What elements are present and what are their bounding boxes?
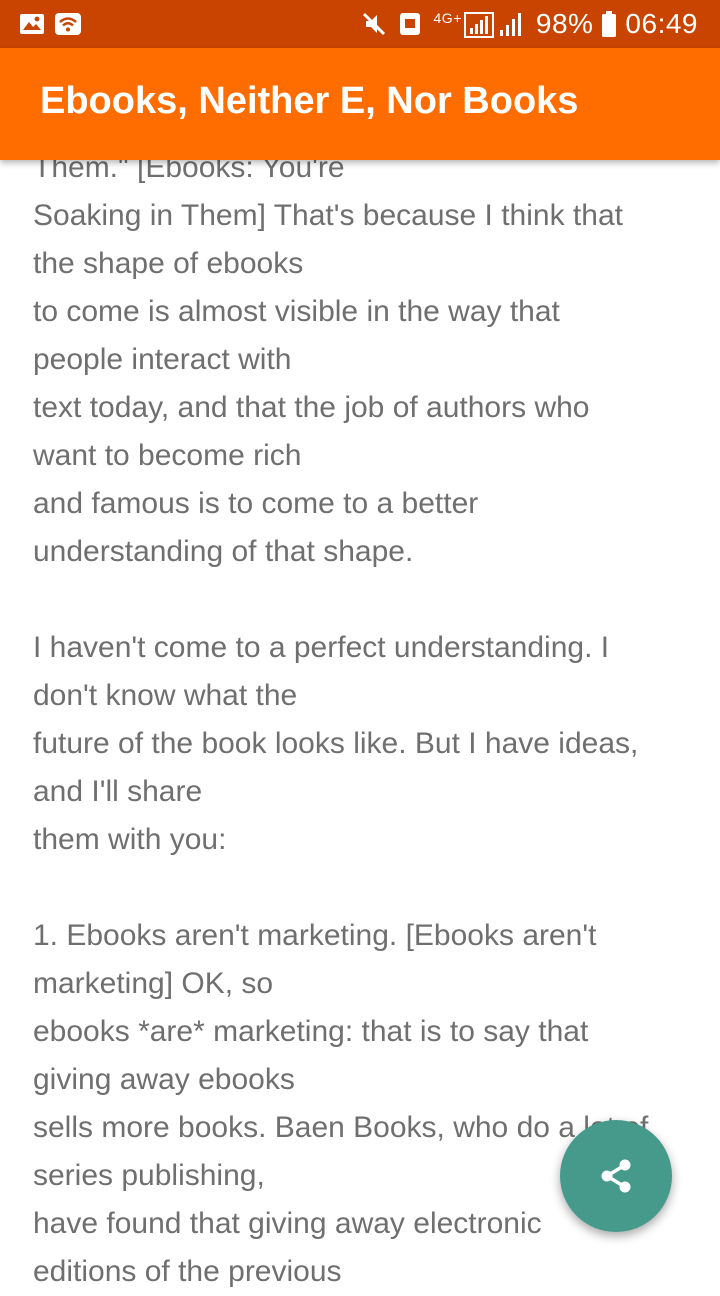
text-line: ebooks *are* marketing: that is to say t… (33, 1015, 589, 1048)
page-title: Ebooks, Neither E, Nor Books (40, 80, 579, 122)
text-line: and I'll share (33, 775, 203, 808)
image-icon (20, 14, 44, 34)
text-line: them with you: (33, 823, 227, 856)
text-line: text today, and that the job of authors … (33, 391, 590, 424)
share-button[interactable] (560, 1120, 672, 1232)
text-line: people interact with (33, 343, 292, 376)
signal-icon (463, 12, 521, 38)
sim-icon (399, 13, 420, 35)
battery-percent: 98% (535, 8, 594, 39)
text-line: to come is almost visible in the way tha… (33, 295, 560, 328)
clock: 06:49 (625, 8, 698, 39)
text-line: 1. Ebooks aren't marketing. [Ebooks aren… (33, 919, 597, 952)
text-line: editions of the previous (33, 1255, 342, 1288)
wifi-icon (55, 13, 81, 35)
status-left (18, 10, 90, 38)
text-line: Soaking in Them] That's because I think … (33, 199, 623, 232)
text-line: and famous is to come to a better (33, 487, 479, 520)
text-line: future of the book looks like. But I hav… (33, 727, 639, 760)
status-right: 4G+ 98% 06:49 (352, 6, 698, 42)
battery-icon (602, 11, 617, 37)
network-type-label: 4G+ (433, 10, 462, 26)
mute-icon (362, 12, 385, 36)
text-line: giving away ebooks (33, 1063, 295, 1096)
text-line: want to become rich (33, 439, 302, 472)
text-line: I haven't come to a perfect understandin… (33, 631, 610, 664)
text-line: marketing] OK, so (33, 967, 274, 1000)
text-line: understanding of that shape. (33, 535, 414, 568)
text-line: don't know what the (33, 679, 298, 712)
app-bar: Ebooks, Neither E, Nor Books (0, 48, 720, 160)
status-bar: 4G+ 98% 06:49 (0, 0, 720, 48)
text-line: the shape of ebooks (33, 247, 304, 280)
share-icon (601, 1159, 631, 1193)
